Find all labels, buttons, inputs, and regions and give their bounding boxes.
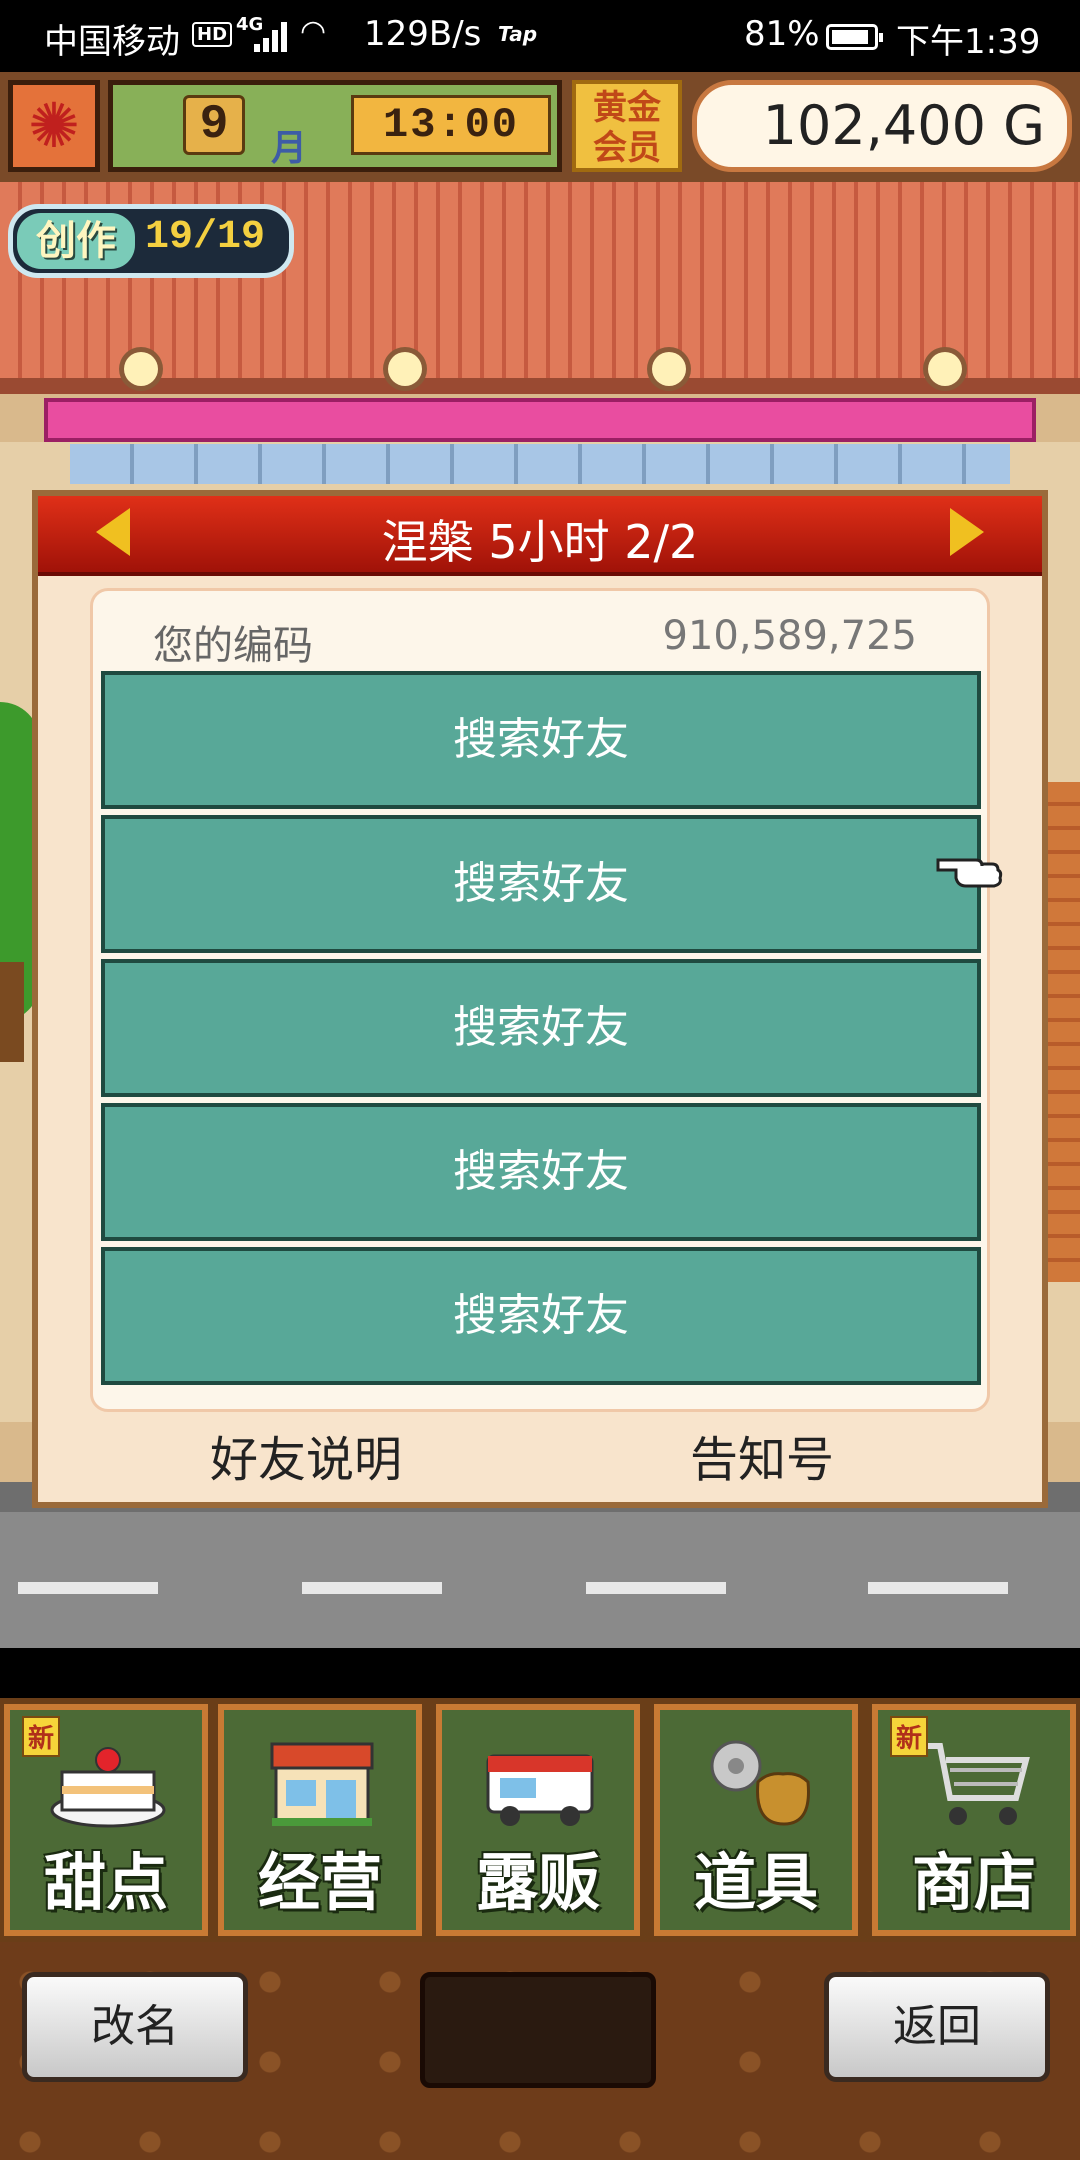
menu-items[interactable]: 道具 xyxy=(654,1704,858,1936)
dialog-title: 涅槃 5小时 2/2 xyxy=(381,515,699,569)
pink-awning xyxy=(44,398,1036,442)
menu-dessert[interactable]: 新 甜点 xyxy=(4,1704,208,1936)
search-friend-button-5[interactable]: 搜索好友 xyxy=(101,1247,981,1385)
your-code-value: 910,589,725 xyxy=(662,613,917,659)
gold-member-badge[interactable]: 黄金 会员 xyxy=(572,80,682,172)
menu-label: 经营 xyxy=(257,1846,382,1919)
create-count: 19/19 xyxy=(145,215,266,260)
game-hud: ✺ 9 月 13:00 黄金 会员 102,400 G xyxy=(0,72,1080,182)
search-friend-button-2[interactable]: 搜索好友 xyxy=(101,815,981,953)
create-label: 创作 xyxy=(17,213,135,269)
month-value: 9 xyxy=(183,95,245,155)
dialog-header: 涅槃 5小时 2/2 xyxy=(38,496,1042,576)
pointing-hand-icon xyxy=(936,858,1003,888)
road xyxy=(0,1512,1080,1648)
battery-icon xyxy=(826,24,883,50)
notify-code-link[interactable]: 告知号 xyxy=(690,1420,834,1490)
clock: 下午1:39 xyxy=(896,22,1041,62)
rename-button[interactable]: 改名 xyxy=(22,1972,248,2082)
create-counter[interactable]: 创作 19/19 xyxy=(8,204,294,278)
lamp-icon xyxy=(388,352,422,386)
back-button[interactable]: 返回 xyxy=(824,1972,1050,2082)
items-bag-icon xyxy=(710,1740,810,1826)
food-truck-icon xyxy=(486,1754,594,1826)
friend-dialog: 涅槃 5小时 2/2 您的编码 910,589,725 搜索好友 搜索好友 搜索… xyxy=(32,490,1048,1508)
roof-shadow xyxy=(0,378,1080,394)
center-slot xyxy=(420,1972,656,2088)
member-line2: 会员 xyxy=(593,128,661,168)
search-friend-button-4[interactable]: 搜索好友 xyxy=(101,1103,981,1241)
carrier: 中国移动 xyxy=(44,22,180,62)
net-speed: 129B/s xyxy=(364,14,482,54)
menu-manage[interactable]: 经营 xyxy=(218,1704,422,1936)
shopping-cart-icon xyxy=(922,1743,1030,1825)
road-line xyxy=(586,1582,726,1594)
lamp-icon xyxy=(652,352,686,386)
tap-app-icon: Tap xyxy=(498,22,538,46)
road-line xyxy=(868,1582,1008,1594)
status-bar: 中国移动 HD 4G ◠ 129B/s Tap 81% 下午1:39 xyxy=(0,0,1080,72)
tree-trunk xyxy=(0,962,24,1062)
next-arrow-icon[interactable] xyxy=(950,508,984,556)
lamp-icon xyxy=(928,352,962,386)
menu-shop[interactable]: 新 商店 xyxy=(872,1704,1076,1936)
lamp-icon xyxy=(124,352,158,386)
friend-list-panel: 您的编码 910,589,725 搜索好友 搜索好友 搜索好友 搜索好友 搜索好… xyxy=(90,588,990,1412)
friend-help-link[interactable]: 好友说明 xyxy=(210,1420,402,1490)
menu-label: 商店 xyxy=(911,1846,1036,1919)
battery-percent: 81% xyxy=(744,14,820,54)
new-badge: 新 xyxy=(890,1716,929,1757)
member-line1: 黄金 xyxy=(593,88,661,128)
menu-gap xyxy=(0,1648,1080,1698)
maple-leaf-icon[interactable]: ✺ xyxy=(8,80,100,172)
your-code-label: 您的编码 xyxy=(153,623,313,669)
month-label: 月 xyxy=(271,128,308,169)
road-line xyxy=(302,1582,442,1594)
money-display: 102,400 G xyxy=(692,80,1072,172)
store-windows xyxy=(70,444,1010,484)
search-friend-button-3[interactable]: 搜索好友 xyxy=(101,959,981,1097)
bottom-bar: 改名 返回 xyxy=(0,1942,1080,2160)
search-friend-button-1[interactable]: 搜索好友 xyxy=(101,671,981,809)
menu-foodtruck[interactable]: 露贩 xyxy=(436,1704,640,1936)
wifi-icon: ◠ xyxy=(300,14,327,49)
game-clock: 13:00 xyxy=(351,95,551,155)
menu-label: 道具 xyxy=(693,1846,818,1919)
cake-icon xyxy=(50,1747,166,1828)
bottom-menu: 新 甜点 经营 露贩 道具 新 商店 xyxy=(0,1698,1080,1942)
menu-label: 甜点 xyxy=(43,1846,168,1919)
road-line xyxy=(18,1582,158,1594)
signal-icon xyxy=(254,20,290,52)
date-panel: 9 月 13:00 xyxy=(108,80,562,172)
storefront-icon xyxy=(270,1742,374,1826)
menu-label: 露贩 xyxy=(475,1846,600,1919)
hd-badge: HD xyxy=(192,22,233,47)
new-badge: 新 xyxy=(22,1716,61,1757)
